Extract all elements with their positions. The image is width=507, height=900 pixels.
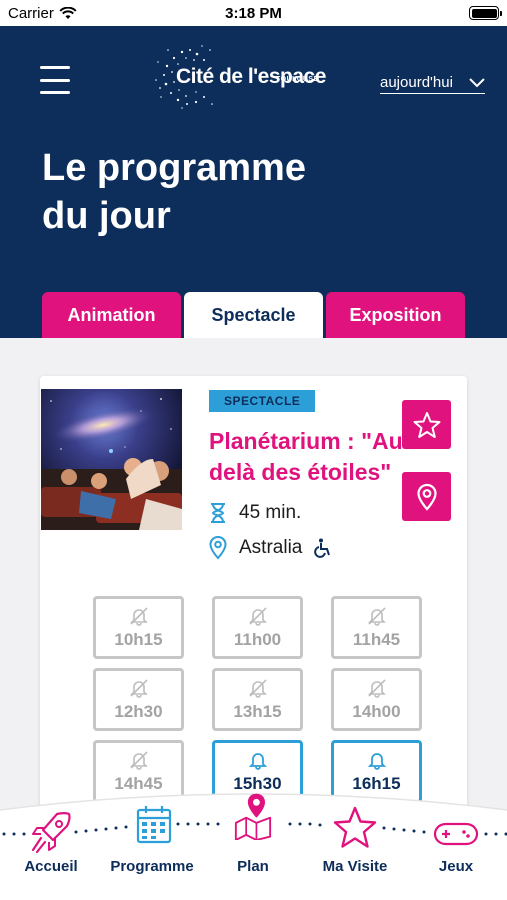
rocket-icon <box>31 812 71 854</box>
status-time: 3:18 PM <box>225 5 282 22</box>
slot-time: 14h00 <box>352 701 401 721</box>
page-title: Le programme du jour <box>42 147 306 237</box>
time-slot[interactable]: 11h00 <box>212 596 303 659</box>
location-text: Astralia <box>239 537 303 558</box>
slot-time: 13h15 <box>233 701 282 721</box>
nav-label: Plan <box>237 858 269 875</box>
bell-icon <box>248 752 267 770</box>
event-duration: 45 min. <box>209 502 301 524</box>
nav-jeux[interactable]: Jeux <box>406 788 506 900</box>
map-pin-icon <box>234 793 272 840</box>
slot-time: 12h30 <box>114 701 163 721</box>
nav-label: Jeux <box>438 858 474 875</box>
time-slot[interactable]: 11h45 <box>331 596 422 659</box>
bell-off-icon <box>129 678 148 698</box>
star-icon <box>333 806 377 848</box>
category-badge: SPECTACLE <box>209 390 316 412</box>
nav-accueil[interactable]: Accueil <box>1 788 101 900</box>
bell-off-icon <box>367 606 386 626</box>
bell-icon <box>367 752 386 770</box>
nav-label: Ma Visite <box>322 858 388 875</box>
star-icon <box>413 411 440 438</box>
location-pin-icon <box>416 483 437 511</box>
bell-off-icon <box>129 750 148 770</box>
event-location: Astralia <box>209 536 332 560</box>
nav-label: Programme <box>110 858 194 875</box>
tab-animation[interactable]: Animation <box>42 292 181 338</box>
bell-off-icon <box>248 606 267 626</box>
nav-label: Accueil <box>24 858 78 875</box>
nav-plan[interactable]: Plan <box>203 788 303 900</box>
location-pin-icon <box>209 536 227 560</box>
time-slot[interactable]: 13h15 <box>212 668 303 731</box>
tab-exposition[interactable]: Exposition <box>326 292 465 338</box>
hourglass-icon <box>211 503 225 523</box>
category-tabs: Animation Spectacle Exposition <box>42 292 465 338</box>
battery-icon <box>469 6 502 20</box>
bell-off-icon <box>367 678 386 698</box>
chevron-down-icon <box>469 77 485 87</box>
time-slot[interactable]: 12h30 <box>93 668 184 731</box>
date-selector[interactable]: aujourd'hui <box>380 72 485 94</box>
calendar-icon <box>136 806 172 844</box>
duration-text: 45 min. <box>239 502 302 523</box>
bell-off-icon <box>248 678 267 698</box>
show-on-map-button[interactable] <box>402 472 451 521</box>
nav-programme[interactable]: Programme <box>102 788 202 900</box>
nav-ma-visite[interactable]: Ma Visite <box>305 788 405 900</box>
event-photo <box>41 389 182 530</box>
bottom-navigation: Accueil Programme Plan Ma Visite Jeux <box>0 788 507 900</box>
date-selector-value: aujourd'hui <box>380 74 453 91</box>
slot-time: 11h00 <box>233 629 282 649</box>
bell-off-icon <box>129 606 148 626</box>
time-slot[interactable]: 14h00 <box>331 668 422 731</box>
status-bar: Carrier 3:18 PM <box>0 0 507 26</box>
slot-time: 11h45 <box>352 629 401 649</box>
favorite-button[interactable] <box>402 400 451 449</box>
gamepad-icon <box>433 822 479 846</box>
tab-spectacle[interactable]: Spectacle <box>184 292 323 338</box>
slot-time: 10h15 <box>114 629 163 649</box>
logo-name: Cité de l'espace <box>176 65 326 88</box>
time-slots: 10h15 11h00 11h45 12h30 13h15 14h00 14h4… <box>93 596 422 803</box>
hamburger-menu-button[interactable] <box>40 66 70 94</box>
wheelchair-icon <box>314 538 331 558</box>
time-slot[interactable]: 10h15 <box>93 596 184 659</box>
